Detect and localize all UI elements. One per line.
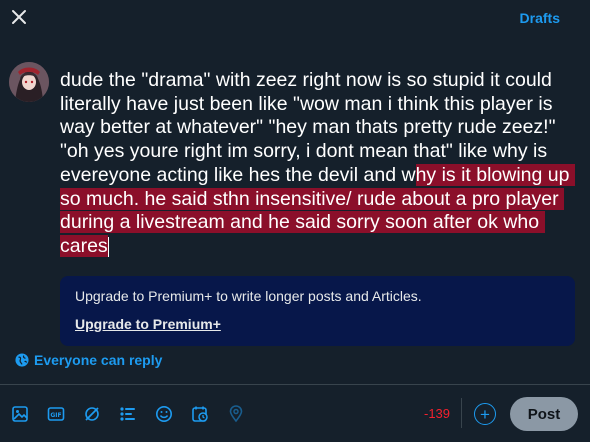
avatar <box>9 62 49 102</box>
poll-icon[interactable] <box>118 404 138 424</box>
svg-text:GIF: GIF <box>50 412 61 419</box>
upgrade-premium-link[interactable]: Upgrade to Premium+ <box>75 316 221 332</box>
image-icon[interactable] <box>10 404 30 424</box>
grok-icon[interactable] <box>82 404 102 424</box>
text-caret <box>107 236 109 257</box>
premium-upsell-card: Upgrade to Premium+ to write longer post… <box>60 276 575 346</box>
reply-setting-label: Everyone can reply <box>34 352 163 368</box>
location-icon[interactable] <box>226 404 246 424</box>
toolbar-separator <box>461 398 462 428</box>
close-icon[interactable] <box>10 8 28 26</box>
composer-toolbar: GIF <box>10 402 262 426</box>
reply-setting-button[interactable]: Everyone can reply <box>15 352 162 368</box>
drafts-button[interactable]: Drafts <box>520 10 560 26</box>
character-count: -139 <box>424 406 451 421</box>
toolbar-divider <box>0 384 590 385</box>
post-text-input[interactable]: dude the "drama" with zeez right now is … <box>60 69 575 259</box>
gif-icon[interactable]: GIF <box>46 404 66 424</box>
add-post-button[interactable]: + <box>474 403 496 425</box>
composer-header: Drafts <box>0 0 590 36</box>
globe-icon <box>15 353 29 367</box>
emoji-icon[interactable] <box>154 404 174 424</box>
post-button[interactable]: Post <box>510 397 578 431</box>
premium-message: Upgrade to Premium+ to write longer post… <box>75 288 422 304</box>
schedule-icon[interactable] <box>190 404 210 424</box>
